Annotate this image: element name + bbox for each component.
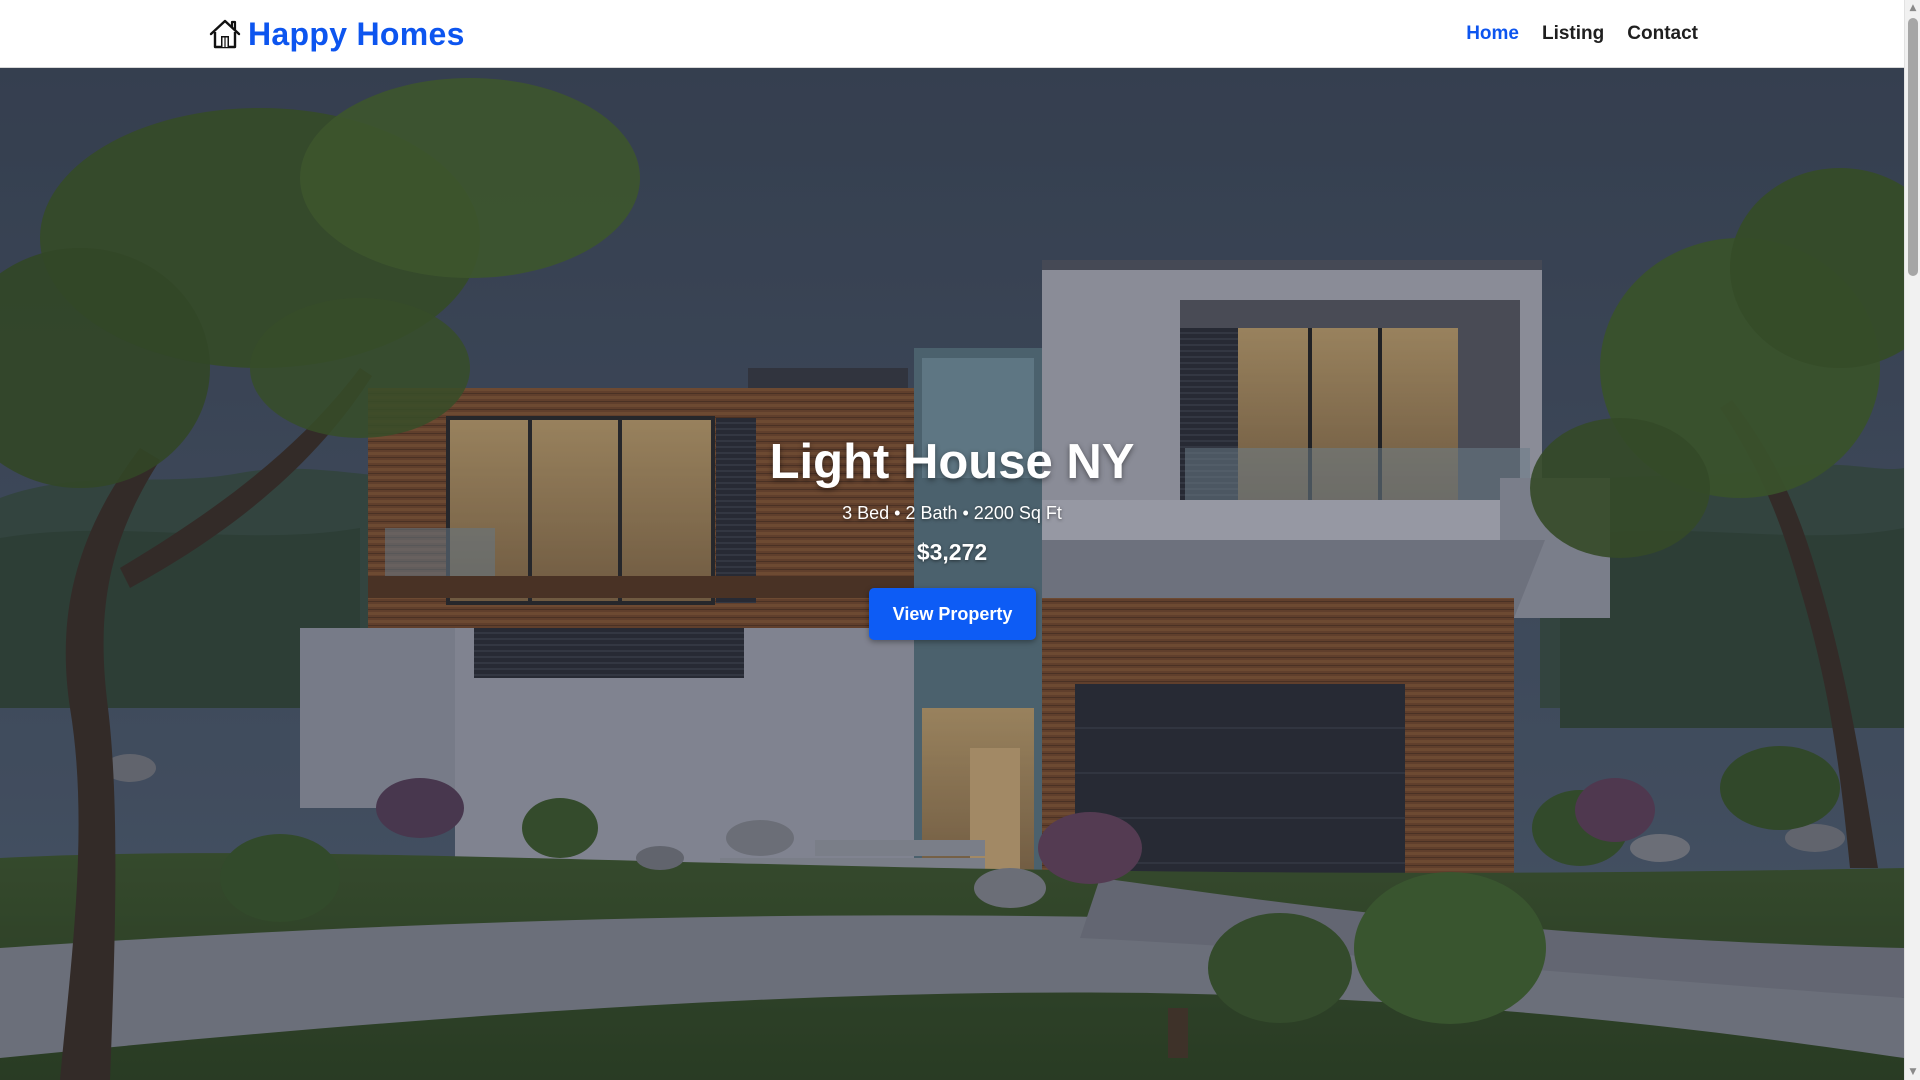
scroll-thumb[interactable] — [1908, 18, 1918, 276]
property-specs: 3 Bed • 2 Bath • 2200 Sq Ft — [842, 503, 1062, 523]
nav-listing-link[interactable]: Listing — [1542, 23, 1604, 45]
nav-contact-link[interactable]: Contact — [1627, 23, 1698, 45]
scroll-up-arrow-icon[interactable]: ▲ — [1905, 0, 1920, 16]
house-icon — [209, 19, 241, 49]
page-scrollbar[interactable]: ▲ ▼ — [1904, 0, 1920, 1080]
brand-logo-link[interactable]: Happy Homes — [208, 14, 465, 54]
hero-background-image — [0, 68, 1904, 1080]
main-nav: Home Listing Contact — [1466, 0, 1698, 68]
scroll-down-arrow-icon[interactable]: ▼ — [1905, 1064, 1920, 1080]
page: Happy Homes Home Listing Contact Light H… — [0, 0, 1920, 1080]
property-title: Light House NY — [769, 435, 1135, 489]
property-price: $3,272 — [916, 539, 988, 565]
view-property-button[interactable]: View Property — [869, 588, 1036, 640]
nav-home-link[interactable]: Home — [1466, 23, 1519, 45]
hero-section: Light House NY 3 Bed • 2 Bath • 2200 Sq … — [0, 68, 1904, 1080]
navbar: Happy Homes Home Listing Contact — [0, 0, 1904, 68]
brand-name: Happy Homes — [248, 15, 465, 52]
